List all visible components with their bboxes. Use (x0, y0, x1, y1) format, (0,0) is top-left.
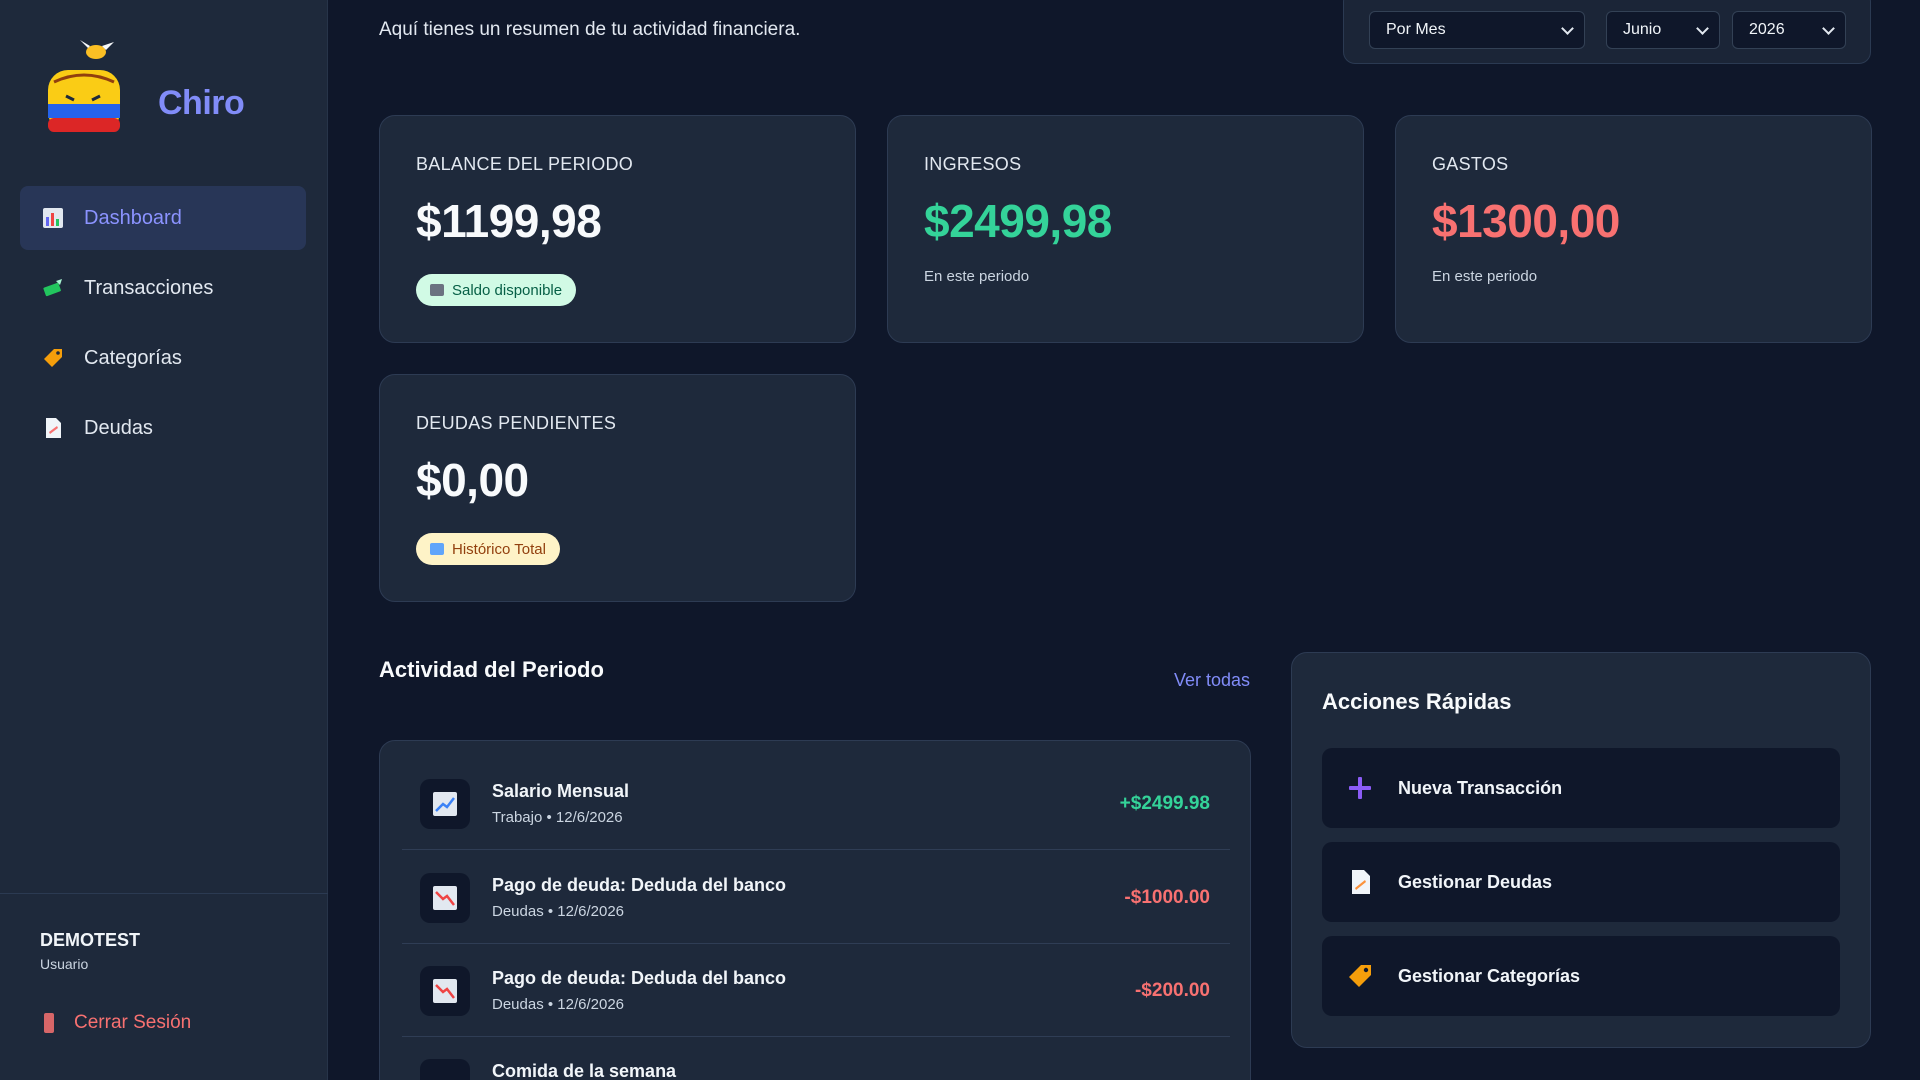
list-item[interactable]: Comida de la semana (402, 1037, 1230, 1080)
year-select[interactable]: 2026 (1732, 11, 1846, 49)
month-select-value: Junio (1623, 21, 1662, 38)
chevron-down-icon (1561, 22, 1574, 35)
sidebar-item-label: Dashboard (84, 206, 182, 229)
door-icon (44, 1013, 54, 1033)
button-label: Gestionar Categorías (1398, 965, 1581, 986)
row-amount: -$1000.00 (1124, 887, 1210, 908)
card-title: BALANCE DEL PERIODO (416, 154, 634, 174)
year-select-value: 2026 (1749, 21, 1785, 38)
deudas-card: DEUDAS PENDIENTES $0,00 Histórico Total (379, 374, 856, 602)
list-item[interactable]: Salario Mensual Trabajo • 12/6/2026 +$24… (402, 757, 1230, 850)
period-select[interactable]: Por Mes (1369, 11, 1585, 49)
quick-actions-title: Acciones Rápidas (1322, 689, 1512, 714)
user-role: Usuario (40, 956, 89, 972)
status-badge: Saldo disponible (416, 274, 577, 306)
card-note: En este periodo (1432, 268, 1538, 285)
see-all-link[interactable]: Ver todas (1174, 670, 1250, 691)
period-select-value: Por Mes (1386, 21, 1446, 38)
period-filters: Por Mes Junio 2026 (1343, 0, 1871, 64)
manage-debts-button[interactable]: Gestionar Deudas (1322, 842, 1840, 922)
logout-label: Cerrar Sesión (74, 1012, 192, 1033)
card-title: DEUDAS PENDIENTES (416, 413, 617, 433)
activity-title: Actividad del Periodo (379, 657, 604, 682)
button-label: Nueva Transacción (1398, 777, 1563, 798)
new-transaction-button[interactable]: Nueva Transacción (1322, 748, 1840, 828)
row-subtitle: Deudas • 12/6/2026 (492, 903, 625, 920)
month-select[interactable]: Junio (1606, 11, 1720, 49)
trend-down-icon (420, 966, 470, 1016)
gastos-amount: $1300,00 (1432, 195, 1620, 247)
row-subtitle: Trabajo • 12/6/2026 (492, 809, 623, 826)
sidebar-item-label: Transacciones (84, 276, 214, 299)
sidebar-item-transacciones[interactable]: Transacciones (20, 256, 306, 320)
quick-actions-panel: Acciones Rápidas Nueva Transacción Gesti… (1291, 652, 1871, 1048)
deudas-amount: $0,00 (416, 454, 529, 506)
logout-button[interactable]: Cerrar Sesión (44, 1012, 191, 1034)
document-icon (1346, 868, 1374, 896)
card-title: INGRESOS (924, 154, 1022, 174)
app-name: Chiro (158, 83, 245, 122)
tag-icon (1346, 962, 1374, 990)
bar-chart-icon (42, 207, 64, 229)
chevron-down-icon (1696, 22, 1709, 35)
row-amount: -$200.00 (1134, 980, 1210, 1001)
calendar-icon (430, 543, 444, 555)
sidebar-nav: Dashboard Transacciones Categorías Deuda… (20, 186, 306, 466)
document-icon (42, 417, 64, 439)
chiro-mascot-icon (44, 38, 126, 138)
activity-list: Salario Mensual Trabajo • 12/6/2026 +$24… (379, 740, 1251, 1080)
trend-down-icon (420, 873, 470, 923)
sidebar-item-categorias[interactable]: Categorías (20, 326, 306, 390)
money-icon (42, 277, 64, 299)
user-name: DEMOTEST (40, 930, 141, 950)
chevron-down-icon (1822, 22, 1835, 35)
badge-label: Saldo disponible (452, 281, 563, 299)
ingresos-card: INGRESOS $2499,98 En este periodo (887, 115, 1364, 343)
card-note: En este periodo (924, 268, 1030, 285)
button-label: Gestionar Deudas (1398, 871, 1553, 892)
row-title: Salario Mensual (492, 781, 630, 801)
status-badge: Histórico Total (416, 533, 560, 565)
balance-card: BALANCE DEL PERIODO $1199,98 Saldo dispo… (379, 115, 856, 343)
row-title: Pago de deuda: Deduda del banco (492, 968, 787, 988)
gastos-card: GASTOS $1300,00 En este periodo (1395, 115, 1872, 343)
sidebar: Chiro Dashboard Transacciones Categorías… (0, 0, 328, 1080)
sidebar-item-deudas[interactable]: Deudas (20, 396, 306, 460)
list-item[interactable]: Pago de deuda: Deduda del banco Deudas •… (402, 944, 1230, 1037)
plus-icon (1346, 774, 1374, 802)
list-item[interactable]: Pago de deuda: Deduda del banco Deudas •… (402, 851, 1230, 944)
row-title: Comida de la semana (492, 1061, 677, 1080)
card-title: GASTOS (1432, 154, 1509, 174)
manage-categories-button[interactable]: Gestionar Categorías (1322, 936, 1840, 1016)
page-subtitle: Aquí tienes un resumen de tu actividad f… (379, 19, 801, 40)
app-logo[interactable]: Chiro (44, 38, 245, 138)
row-amount: +$2499.98 (1119, 793, 1210, 814)
trend-up-icon (420, 779, 470, 829)
bank-icon (430, 284, 444, 296)
tag-icon (42, 347, 64, 369)
row-subtitle: Deudas • 12/6/2026 (492, 996, 625, 1013)
ingresos-amount: $2499,98 (924, 195, 1112, 247)
sidebar-item-label: Categorías (84, 346, 182, 369)
sidebar-item-dashboard[interactable]: Dashboard (20, 186, 306, 250)
trend-down-icon (420, 1059, 470, 1080)
row-title: Pago de deuda: Deduda del banco (492, 875, 787, 895)
balance-amount: $1199,98 (416, 195, 602, 247)
user-panel: DEMOTEST Usuario Cerrar Sesión (0, 893, 328, 1080)
sidebar-item-label: Deudas (84, 416, 153, 439)
badge-label: Histórico Total (452, 540, 546, 558)
